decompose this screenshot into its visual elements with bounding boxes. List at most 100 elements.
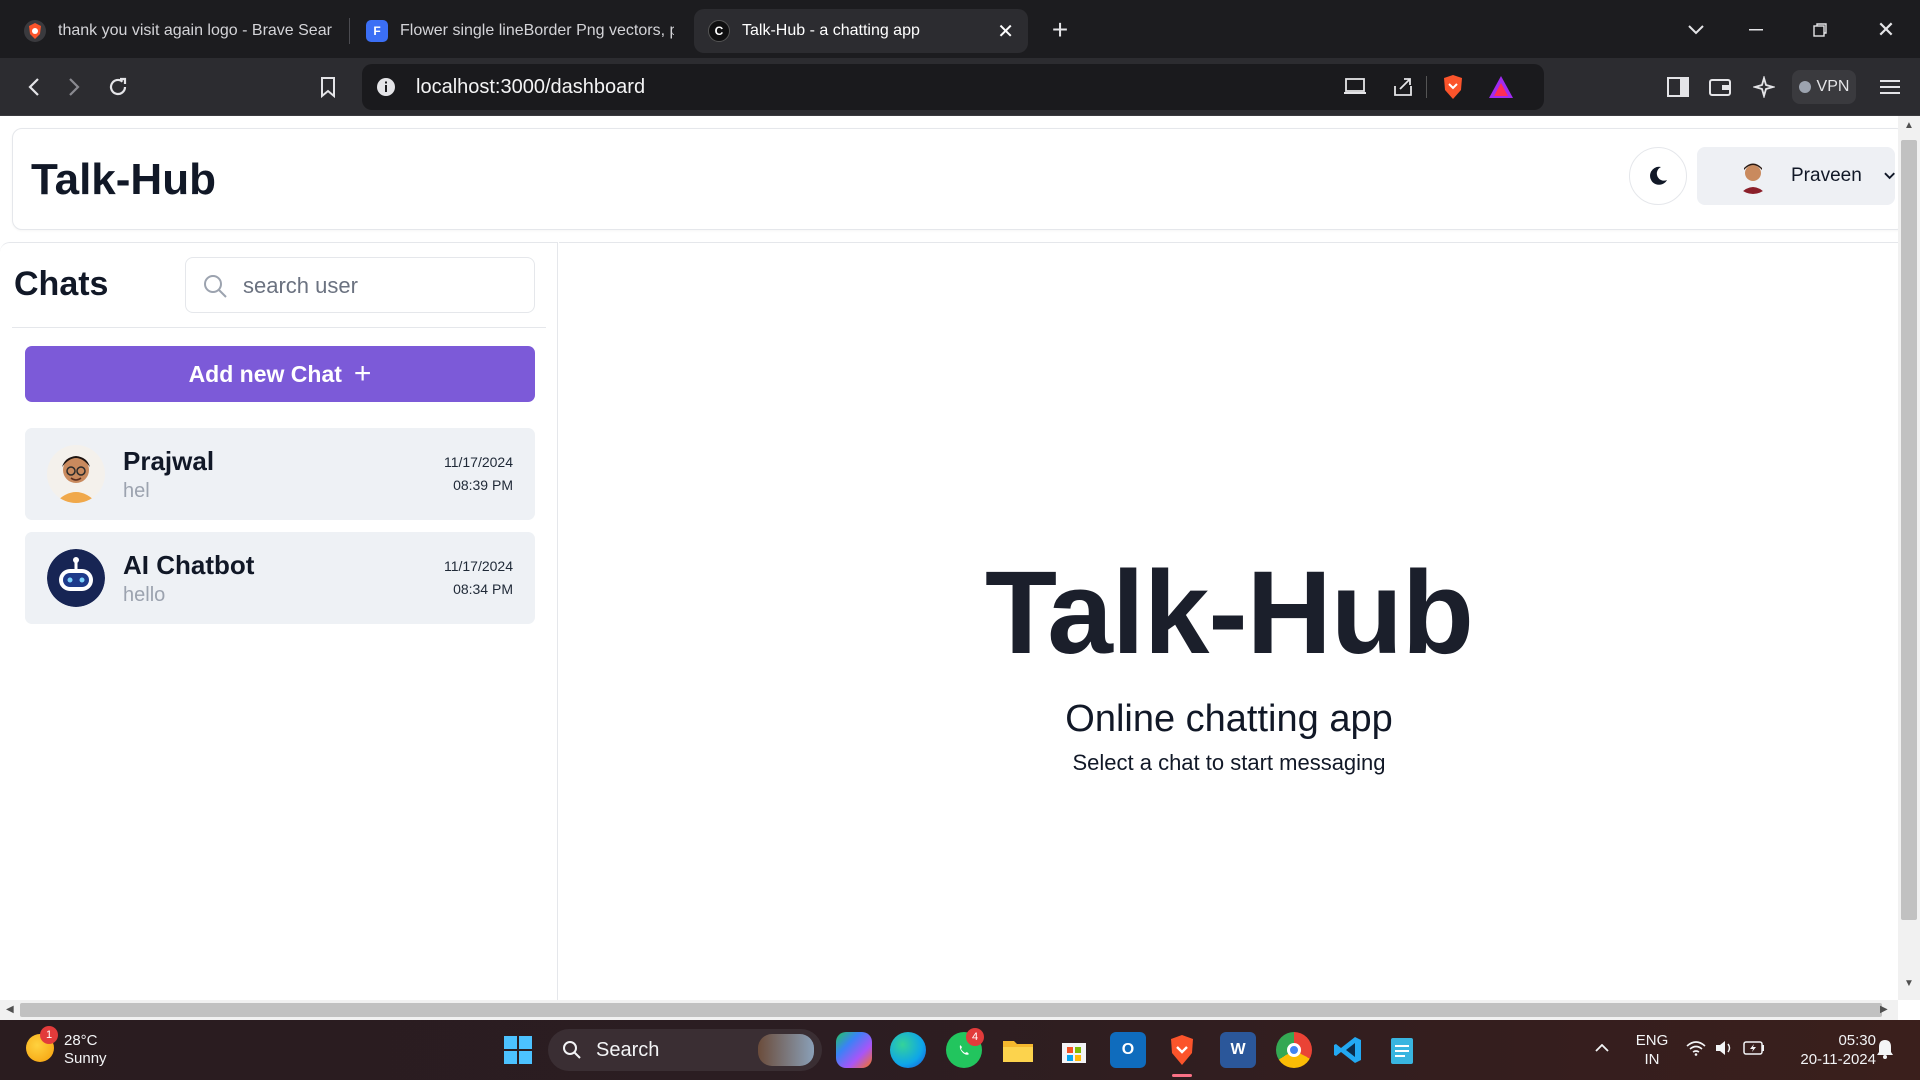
back-icon[interactable]	[18, 71, 50, 103]
search-icon	[563, 1041, 581, 1059]
active-app-indicator	[1172, 1074, 1192, 1077]
taskbar-search[interactable]: Search	[548, 1029, 822, 1071]
freepik-favicon-icon: F	[366, 20, 388, 42]
brave-favicon-icon	[24, 20, 46, 42]
windows-taskbar: 1 28°C Sunny Search 4 O W ENG IN 05:30 2…	[0, 1020, 1920, 1080]
menu-icon[interactable]	[1874, 71, 1906, 103]
clock-time[interactable]: 05:30	[1780, 1032, 1876, 1050]
weather-desc[interactable]: Sunny	[64, 1050, 107, 1068]
horizontal-scrollbar-thumb[interactable]	[20, 1003, 1882, 1017]
search-highlight-icon	[758, 1034, 814, 1066]
moon-icon	[1650, 166, 1667, 185]
url-text[interactable]: localhost:3000/dashboard	[416, 76, 645, 99]
vpn-label: VPN	[1816, 78, 1850, 95]
chat-last-message: hel	[123, 480, 150, 502]
show-hidden-icons-chevron-icon[interactable]	[1590, 1036, 1614, 1060]
scroll-right-arrow-icon[interactable]: ▶	[1880, 1004, 1888, 1015]
brave-shields-icon[interactable]	[1438, 72, 1468, 102]
language-code[interactable]: ENG	[1628, 1032, 1676, 1050]
edge-icon[interactable]	[890, 1032, 926, 1068]
site-info-icon[interactable]	[372, 73, 400, 101]
tab-flower-png[interactable]: F Flower single lineBorder Png vectors, …	[352, 9, 688, 53]
notepad-icon[interactable]	[1384, 1032, 1420, 1068]
address-bar[interactable]: localhost:3000/dashboard	[362, 64, 1544, 110]
chat-list-item-prajwal[interactable]: Prajwal hel 11/17/2024 08:39 PM	[25, 428, 535, 520]
add-new-chat-button[interactable]: Add new Chat +	[25, 346, 535, 402]
weather-badge: 1	[40, 1026, 58, 1044]
search-icon	[204, 275, 227, 298]
chevron-down-icon	[1884, 172, 1895, 180]
user-menu-button[interactable]: Praveen	[1697, 147, 1895, 205]
browser-tab-bar: thank you visit again logo - Brave Searc…	[0, 0, 1920, 58]
sidebar-toggle-icon[interactable]	[1662, 71, 1694, 103]
leo-ai-icon[interactable]	[1748, 71, 1780, 103]
chat-name: AI Chatbot	[123, 550, 255, 580]
theme-toggle-button[interactable]	[1629, 147, 1687, 205]
chat-date: 11/17/2024	[443, 558, 513, 574]
windows-start-icon[interactable]	[500, 1032, 536, 1068]
file-explorer-icon[interactable]	[1000, 1032, 1036, 1068]
sidebar-divider	[12, 327, 546, 328]
vertical-scrollbar-thumb[interactable]	[1901, 140, 1917, 920]
whatsapp-badge: 4	[966, 1028, 984, 1046]
copilot-icon[interactable]	[836, 1032, 872, 1068]
new-tab-icon[interactable]: +	[1044, 14, 1076, 46]
tab-title: Flower single lineBorder Png vectors, pl	[400, 22, 674, 39]
outlook-icon[interactable]: O	[1110, 1032, 1146, 1068]
close-window-icon[interactable]: ✕	[1870, 14, 1902, 46]
reload-icon[interactable]	[102, 71, 134, 103]
word-icon[interactable]: W	[1220, 1032, 1256, 1068]
chat-welcome-panel: Talk-Hub Online chatting app Select a ch…	[559, 242, 1899, 1000]
chat-list-item-ai-chatbot[interactable]: AI Chatbot hello 11/17/2024 08:34 PM	[25, 532, 535, 624]
restore-icon[interactable]	[1804, 14, 1836, 46]
user-avatar	[1735, 158, 1771, 194]
avatar	[47, 445, 105, 503]
language-region[interactable]: IN	[1628, 1051, 1676, 1069]
forward-icon[interactable]	[58, 71, 90, 103]
plus-icon: +	[353, 357, 372, 390]
scroll-up-arrow-icon[interactable]: ▲	[1904, 120, 1914, 131]
chats-heading: Chats	[14, 265, 109, 303]
battery-icon[interactable]	[1742, 1036, 1766, 1060]
tab-talk-hub[interactable]: C Talk-Hub - a chatting app ✕	[694, 9, 1028, 53]
tab-list-chevron-icon[interactable]	[1680, 14, 1712, 46]
brave-rewards-icon[interactable]	[1486, 72, 1516, 102]
chat-last-message: hello	[123, 584, 166, 606]
app-header: Talk-Hub Praveen	[12, 128, 1906, 230]
clock-date[interactable]: 20-11-2024	[1780, 1051, 1876, 1069]
minimize-icon[interactable]	[1740, 14, 1772, 46]
scroll-down-arrow-icon[interactable]: ▼	[1904, 978, 1914, 989]
chat-sidebar: Chats search user Add new Chat + Prajwal…	[0, 242, 558, 1000]
browser-toolbar: localhost:3000/dashboard VPN	[0, 58, 1920, 116]
scroll-left-arrow-icon[interactable]: ◀	[6, 1004, 14, 1015]
wallet-icon[interactable]	[1704, 71, 1736, 103]
welcome-hint: Select a chat to start messaging	[1072, 750, 1386, 775]
tab-divider	[349, 18, 350, 44]
wifi-icon[interactable]	[1684, 1036, 1708, 1060]
tab-brave-search[interactable]: thank you visit again logo - Brave Searc	[10, 9, 346, 53]
chrome-icon[interactable]	[1276, 1032, 1312, 1068]
cast-icon[interactable]	[1340, 73, 1370, 101]
vpn-button[interactable]: VPN	[1792, 70, 1856, 104]
vpn-status-icon	[1798, 81, 1811, 93]
vscode-icon[interactable]	[1330, 1032, 1366, 1068]
chat-name: Prajwal	[123, 446, 215, 476]
talkhub-favicon-icon: C	[708, 20, 730, 42]
weather-temp[interactable]: 28°C	[64, 1032, 98, 1050]
app-title[interactable]: Talk-Hub	[31, 155, 216, 205]
chat-time: 08:39 PM	[453, 477, 513, 493]
bookmark-icon[interactable]	[312, 71, 344, 103]
search-placeholder: search user	[243, 273, 358, 298]
welcome-subtitle: Online chatting app	[1065, 698, 1393, 740]
tab-title: thank you visit again logo - Brave Searc	[58, 22, 332, 39]
search-user-input[interactable]: search user	[185, 257, 535, 313]
brave-browser-icon[interactable]	[1164, 1032, 1200, 1068]
close-tab-icon[interactable]: ✕	[997, 19, 1014, 44]
avatar	[47, 549, 105, 607]
chat-date: 11/17/2024	[443, 454, 513, 470]
microsoft-store-icon[interactable]	[1056, 1032, 1092, 1068]
share-icon[interactable]	[1388, 73, 1418, 101]
taskbar-search-label: Search	[596, 1038, 660, 1061]
notification-bell-icon[interactable]	[1874, 1038, 1896, 1060]
volume-icon[interactable]	[1712, 1036, 1736, 1060]
